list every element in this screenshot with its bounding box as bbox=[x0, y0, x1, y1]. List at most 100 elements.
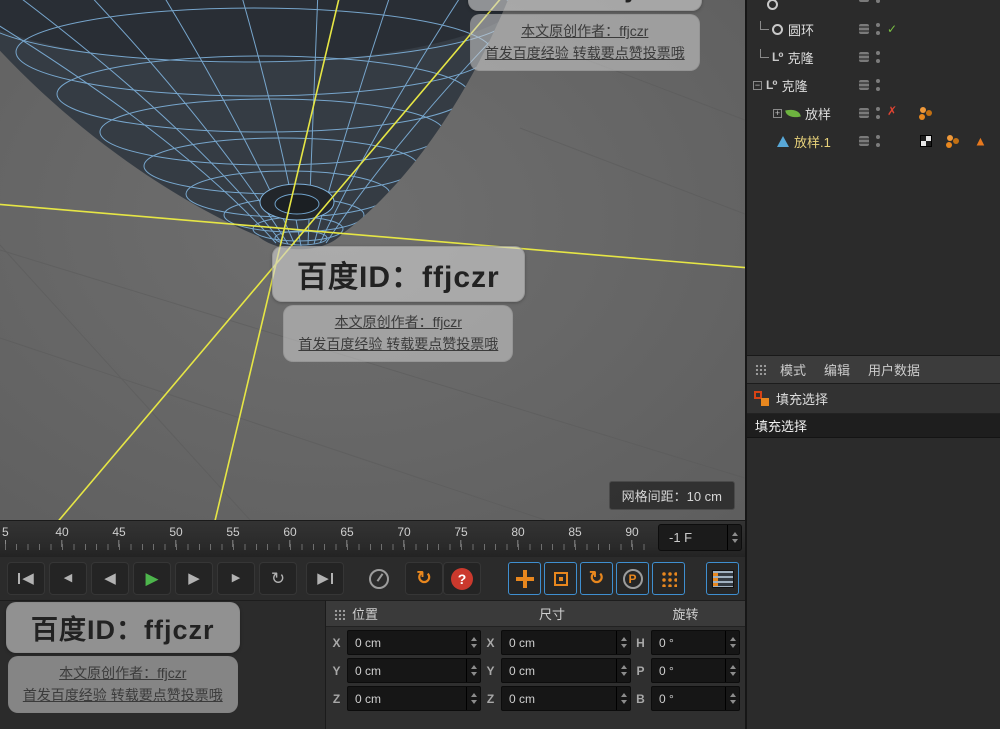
axis-label: H bbox=[636, 635, 645, 650]
axis-label: Y bbox=[486, 663, 495, 678]
layer-icon[interactable] bbox=[859, 24, 869, 34]
time-button[interactable] bbox=[360, 562, 398, 595]
size-header: 尺寸 bbox=[538, 607, 565, 622]
position-header: 位置 bbox=[352, 607, 379, 622]
layer-icon[interactable] bbox=[859, 136, 869, 146]
material-balls-icon[interactable] bbox=[947, 135, 953, 141]
tab-edit[interactable]: 编辑 bbox=[824, 360, 850, 379]
timeline-ruler[interactable]: 5 40 45 50 55 60 65 70 75 80 85 90 bbox=[0, 520, 745, 557]
panel-handle-icon bbox=[755, 364, 766, 375]
object-row-clone-1[interactable]: L⁰ 克隆 bbox=[747, 43, 1000, 71]
tab-mode[interactable]: 模式 bbox=[780, 360, 806, 379]
warning-tag[interactable]: ▲ bbox=[974, 134, 987, 149]
coord-row-z: Z 0 cm Z 0 cm B 0 ° bbox=[331, 686, 740, 711]
stepper[interactable] bbox=[616, 659, 630, 682]
object-row-clone-2[interactable]: − L⁰ 克隆 bbox=[747, 71, 1000, 99]
loop-mode-button[interactable]: ↻ bbox=[259, 562, 297, 595]
stepper[interactable] bbox=[466, 631, 480, 654]
current-frame-input[interactable]: -1 F bbox=[658, 524, 742, 551]
tab-user-data[interactable]: 用户数据 bbox=[868, 360, 920, 379]
autokey-record-button[interactable]: ↻ bbox=[405, 562, 443, 595]
coord-row-y: Y 0 cm Y 0 cm P 0 ° bbox=[331, 658, 740, 683]
right-panel: ✓ 圆环 ✓ L⁰ 克隆 − L⁰ 克隆 bbox=[745, 0, 1000, 729]
fill-selection-header-label: 填充选择 bbox=[755, 419, 808, 434]
rotation-b-input[interactable]: 0 ° bbox=[651, 686, 740, 711]
record-cycle-icon: ↻ bbox=[416, 568, 432, 589]
position-y-input[interactable]: 0 cm bbox=[347, 658, 481, 683]
move-cross-icon bbox=[515, 569, 534, 588]
fill-selection-header[interactable]: 填充选择 bbox=[747, 414, 1000, 438]
object-row-clipped[interactable]: ✓ bbox=[747, 0, 1000, 15]
position-z-input[interactable]: 0 cm bbox=[347, 686, 481, 711]
c4d-window: 网格间距：10 cm 百度ID：ffjczr 本文原创作者：ffjczr 首发百… bbox=[0, 0, 1000, 729]
help-button[interactable]: ? bbox=[443, 562, 481, 595]
cloner-icon: L⁰ bbox=[772, 50, 784, 64]
visibility-dots[interactable] bbox=[876, 23, 880, 35]
visibility-dots[interactable] bbox=[876, 51, 880, 63]
material-balls-icon[interactable] bbox=[920, 107, 926, 113]
question-icon: ? bbox=[451, 567, 473, 590]
disabled-cross-icon[interactable]: ✗ bbox=[887, 104, 905, 122]
collapse-icon[interactable]: − bbox=[753, 80, 762, 90]
fill-selection-row[interactable]: 填充选择 bbox=[747, 384, 1000, 414]
rotation-h-input[interactable]: 0 ° bbox=[651, 630, 740, 655]
layer-icon[interactable] bbox=[859, 0, 869, 2]
expand-icon[interactable]: + bbox=[773, 108, 782, 118]
size-y-input[interactable]: 0 cm bbox=[501, 658, 631, 683]
position-x-input[interactable]: 0 cm bbox=[347, 630, 481, 655]
next-frame-button[interactable]: ▶ bbox=[175, 562, 213, 595]
fill-selection-label: 填充选择 bbox=[776, 392, 829, 407]
timeline-window-button[interactable] bbox=[706, 562, 739, 595]
stepper[interactable] bbox=[725, 631, 739, 654]
stepper[interactable] bbox=[616, 631, 630, 654]
visibility-dots[interactable] bbox=[876, 135, 880, 147]
layer-icon[interactable] bbox=[859, 52, 869, 62]
circle-spline-icon bbox=[772, 23, 783, 35]
coordinates-panel: 位置 尺寸 旋转 X 0 cm X 0 cm H 0 ° Y 0 cm Y 0 … bbox=[325, 600, 745, 729]
object-row-loft[interactable]: + 放样 ✗ bbox=[747, 99, 1000, 127]
stepper[interactable] bbox=[725, 659, 739, 682]
visibility-dots[interactable] bbox=[876, 79, 880, 91]
object-row-circle[interactable]: 圆环 ✓ bbox=[747, 15, 1000, 43]
viewport-3d[interactable]: 网格间距：10 cm bbox=[0, 0, 745, 520]
coordinates-header: 位置 尺寸 旋转 bbox=[326, 601, 745, 627]
previous-frame-button[interactable]: ◀ bbox=[91, 562, 129, 595]
stepper[interactable] bbox=[725, 687, 739, 710]
coord-row-x: X 0 cm X 0 cm H 0 ° bbox=[331, 630, 740, 655]
tree-elbow bbox=[760, 21, 769, 30]
bottom-left-panel bbox=[0, 600, 325, 729]
object-row-loft-1[interactable]: 放样.1 ▲ bbox=[747, 127, 1000, 155]
material-tag bbox=[947, 135, 953, 147]
next-key-button[interactable]: ▶ bbox=[217, 562, 255, 595]
key-position-button[interactable] bbox=[508, 562, 541, 595]
visibility-dots[interactable] bbox=[876, 0, 880, 3]
go-to-start-button[interactable]: ◀ bbox=[7, 562, 45, 595]
key-point-level-button[interactable] bbox=[652, 562, 685, 595]
layer-icon[interactable] bbox=[859, 108, 869, 118]
check-icon: ✓ bbox=[887, 22, 898, 36]
key-scale-button[interactable] bbox=[544, 562, 577, 595]
visibility-dots[interactable] bbox=[876, 107, 880, 119]
stepper[interactable] bbox=[616, 687, 630, 710]
playback-group: ◀ ◀ ◀ ▶ ▶ ▶ ↻ bbox=[7, 562, 297, 595]
keying-options-group: ↻ P bbox=[508, 562, 685, 595]
size-z-input[interactable]: 0 cm bbox=[501, 686, 631, 711]
previous-key-button[interactable]: ◀ bbox=[49, 562, 87, 595]
stepper[interactable] bbox=[466, 687, 480, 710]
cloner-icon: L⁰ bbox=[766, 78, 778, 92]
key-parameter-button[interactable]: P bbox=[616, 562, 649, 595]
rotation-p-input[interactable]: 0 ° bbox=[651, 658, 740, 683]
parameter-p-icon: P bbox=[622, 568, 643, 589]
texture-tag bbox=[920, 135, 932, 147]
frame-stepper[interactable] bbox=[727, 525, 741, 550]
stepper[interactable] bbox=[466, 659, 480, 682]
size-x-input[interactable]: 0 cm bbox=[501, 630, 631, 655]
dot-grid-icon bbox=[660, 570, 677, 587]
checkerboard-icon[interactable] bbox=[920, 135, 932, 147]
key-rotation-button[interactable]: ↻ bbox=[580, 562, 613, 595]
go-to-end-button[interactable]: ▶ bbox=[306, 562, 344, 595]
rotation-header: 旋转 bbox=[672, 607, 699, 622]
scale-box-icon bbox=[553, 571, 568, 586]
layer-icon[interactable] bbox=[859, 80, 869, 90]
play-button[interactable]: ▶ bbox=[133, 562, 171, 595]
